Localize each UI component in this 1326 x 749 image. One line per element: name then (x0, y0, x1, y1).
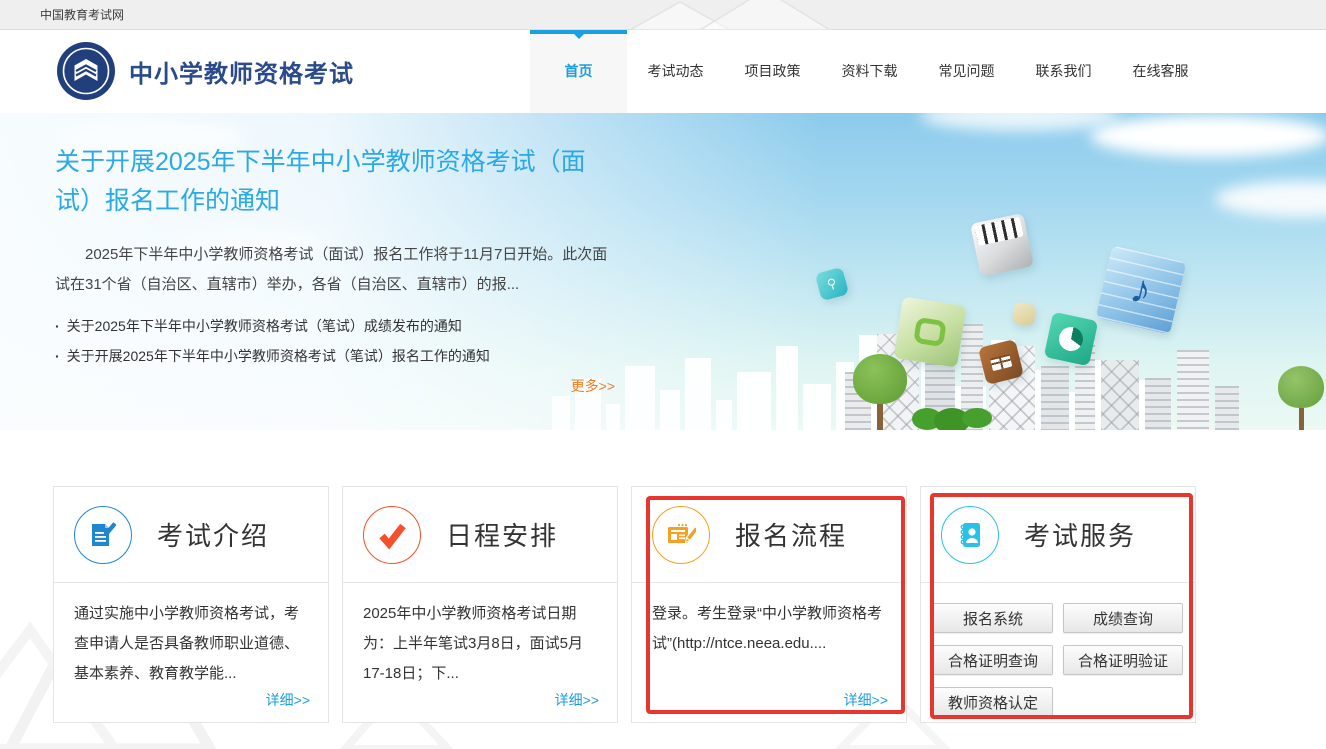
main-nav: 首页 考试动态 项目政策 资料下载 常见问题 联系我们 在线客服 (530, 30, 1209, 113)
chat-cube-icon (894, 296, 967, 367)
window-pencil-icon (652, 506, 710, 564)
card-header: 报名流程 (632, 487, 906, 582)
card-exam-introduction: 考试介绍 通过实施中小学教师资格考试，考查申请人是否具备教师职业道德、基本素养、… (53, 486, 329, 723)
bush-decoration (912, 408, 984, 430)
main-section: 考试介绍 通过实施中小学教师资格考试，考查申请人是否具备教师职业道德、基本素养、… (0, 430, 1326, 749)
pie-chart-cube-icon (1044, 312, 1099, 367)
card-header: 考试服务 (921, 487, 1195, 582)
more-link[interactable]: 更多>> (55, 376, 615, 396)
book-emblem-icon (57, 42, 115, 100)
header: 中小学教师资格考试 首页 考试动态 项目政策 资料下载 常见问题 联系我们 在线… (0, 30, 1326, 113)
cloud-decoration (920, 113, 1120, 131)
nav-item-exam-news[interactable]: 考试动态 (627, 30, 724, 113)
nav-item-downloads[interactable]: 资料下载 (821, 30, 918, 113)
tree-decoration (853, 354, 907, 430)
btn-certificate-verify[interactable]: 合格证明验证 (1063, 645, 1183, 675)
card-schedule: 日程安排 2025年中小学教师资格考试日期为：上半年笔试3月8日，面试5月17-… (342, 486, 618, 723)
card-title: 考试介绍 (157, 516, 269, 553)
news-item[interactable]: 关于开展2025年下半年中小学教师资格考试（笔试）报名工作的通知 (55, 341, 615, 371)
nav-item-project-policy[interactable]: 项目政策 (724, 30, 821, 113)
card-header: 考试介绍 (54, 487, 328, 582)
cloud-decoration (1215, 181, 1326, 217)
divider (921, 582, 1195, 583)
card-header: 日程安排 (343, 487, 617, 582)
service-buttons: 报名系统 成绩查询 合格证明查询 合格证明验证 教师资格认定 (933, 603, 1183, 717)
news-item[interactable]: 关于2025年下半年中小学教师资格考试（笔试）成绩发布的通知 (55, 311, 615, 341)
nav-item-home[interactable]: 首页 (530, 30, 627, 113)
detail-link[interactable]: 详细>> (555, 690, 599, 710)
hero-banner: ⚲ ♪ 关于开展2025年下半年中小学教师资格考试（面试）报名工作的通知 202… (0, 113, 1326, 430)
topbar: 中国教育考试网 (0, 0, 1326, 30)
brand[interactable]: 中小学教师资格考试 (57, 42, 354, 100)
btn-teacher-qualification[interactable]: 教师资格认定 (933, 687, 1053, 717)
notebook-person-icon (941, 506, 999, 564)
card-body-text: 通过实施中小学教师资格考试，考查申请人是否具备教师职业道德、基本素养、教育教学能… (54, 583, 328, 689)
card-title: 报名流程 (735, 516, 847, 553)
btn-score-query[interactable]: 成绩查询 (1063, 603, 1183, 633)
card-title: 考试服务 (1024, 516, 1136, 553)
cards-row: 考试介绍 通过实施中小学教师资格考试，考查申请人是否具备教师职业道德、基本素养、… (53, 486, 1196, 723)
card-body-text: 登录。考生登录“中小学教师资格考试”(http://ntce.neea.edu.… (632, 583, 906, 659)
nav-item-online-service[interactable]: 在线客服 (1112, 30, 1209, 113)
detail-link[interactable]: 详细>> (844, 690, 888, 710)
btn-certificate-query[interactable]: 合格证明查询 (933, 645, 1053, 675)
site-name: 中国教育考试网 (40, 0, 124, 30)
document-pen-icon (74, 506, 132, 564)
key-cube-icon: ⚲ (815, 267, 849, 301)
btn-registration-system[interactable]: 报名系统 (933, 603, 1053, 633)
nav-item-contact[interactable]: 联系我们 (1015, 30, 1112, 113)
tree-decoration (1278, 366, 1324, 430)
cloud-decoration (1090, 115, 1326, 157)
announcement-title[interactable]: 关于开展2025年下半年中小学教师资格考试（面试）报名工作的通知 (55, 143, 615, 221)
music-note-cube-icon: ♪ (1096, 245, 1187, 334)
small-cube-icon (1012, 302, 1037, 327)
card-registration-process: 报名流程 登录。考生登录“中小学教师资格考试”(http://ntce.neea… (631, 486, 907, 723)
triangle-pattern-decoration (600, 0, 860, 30)
site-title: 中小学教师资格考试 (129, 54, 354, 89)
card-exam-services: 考试服务 报名系统 成绩查询 合格证明查询 合格证明验证 教师资格认定 (920, 486, 1196, 723)
announcement-summary: 2025年下半年中小学教师资格考试（面试）报名工作将于11月7日开始。此次面试在… (55, 240, 615, 300)
card-title: 日程安排 (446, 516, 558, 553)
news-list: 关于2025年下半年中小学教师资格考试（笔试）成绩发布的通知 关于开展2025年… (55, 311, 615, 371)
checkmark-icon (363, 506, 421, 564)
nav-item-faq[interactable]: 常见问题 (918, 30, 1015, 113)
announcement-block: 关于开展2025年下半年中小学教师资格考试（面试）报名工作的通知 2025年下半… (55, 143, 615, 396)
card-body-text: 2025年中小学教师资格考试日期为：上半年笔试3月8日，面试5月17-18日；下… (343, 583, 617, 689)
detail-link[interactable]: 详细>> (266, 690, 310, 710)
piano-cube-icon (970, 213, 1034, 277)
